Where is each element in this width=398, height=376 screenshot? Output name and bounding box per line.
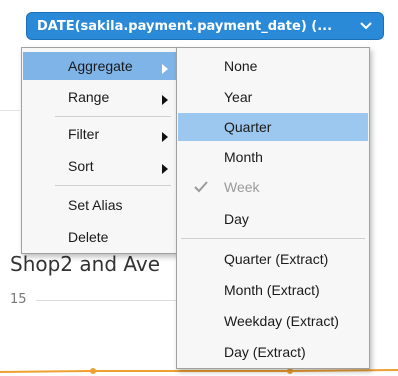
submenu-item-week: Week [178,173,368,201]
menu-item-filter[interactable]: Filter [23,120,176,148]
menu-item-delete[interactable]: Delete [23,223,176,251]
date-field-pill[interactable]: DATE(sakila.payment.payment_date) (... [26,12,384,40]
submenu-item-label: Day (Extract) [224,344,306,360]
submenu-item-month-extract[interactable]: Month (Extract) [178,276,368,304]
menu-item-set-alias[interactable]: Set Alias [23,191,176,219]
submenu-item-quarter[interactable]: Quarter [178,113,368,141]
submenu-item-month[interactable]: Month [178,143,368,171]
menu-item-label: Range [68,89,110,105]
submenu-item-label: Quarter (Extract) [224,251,329,267]
chevron-down-icon[interactable] [359,19,373,33]
submenu-item-label: Weekday (Extract) [224,313,339,329]
line-point [90,368,96,374]
menu-separator [181,238,365,239]
menu-separator [55,116,171,117]
sheet-title: Shop2 and Ave [10,252,161,276]
submenu-item-label: None [224,58,258,74]
axis-gridline [36,300,186,301]
submenu-arrow-icon [162,129,168,145]
submenu-item-quarter-extract[interactable]: Quarter (Extract) [178,245,368,273]
submenu-item-day[interactable]: Day [178,205,368,233]
menu-item-sort[interactable]: Sort [23,152,176,180]
submenu-item-year[interactable]: Year [178,83,368,111]
menu-item-label: Delete [68,229,109,245]
submenu-item-label: Quarter [224,119,272,135]
submenu-arrow-icon [162,161,168,177]
submenu-item-weekday-extract[interactable]: Weekday (Extract) [178,307,368,335]
menu-item-aggregate[interactable]: Aggregate [23,52,176,80]
menu-item-label: Aggregate [68,58,133,74]
menu-item-range[interactable]: Range [23,83,176,111]
submenu-item-label: Week [224,179,260,195]
submenu-item-label: Month [224,149,263,165]
submenu-item-day-extract[interactable]: Day (Extract) [178,338,368,366]
submenu-arrow-icon [162,92,168,108]
axis-tick-label: 15 [10,292,27,307]
pill-label: DATE(sakila.payment.payment_date) (... [37,18,333,34]
submenu-item-label: Day [224,211,249,227]
menu-separator [55,185,171,186]
submenu-item-none[interactable]: None [178,52,368,80]
submenu-item-label: Month (Extract) [224,282,320,298]
aggregate-submenu: None Year Quarter Month Week Day Quarter… [176,47,370,369]
submenu-arrow-icon [162,61,168,77]
background-gridline [0,110,20,111]
menu-item-label: Set Alias [68,197,123,213]
field-context-menu: Aggregate Range Filter Sort Set Alias De… [21,47,178,254]
checkmark-icon [194,180,208,196]
menu-item-label: Filter [68,126,100,142]
menu-item-label: Sort [68,158,94,174]
submenu-item-label: Year [224,89,253,105]
